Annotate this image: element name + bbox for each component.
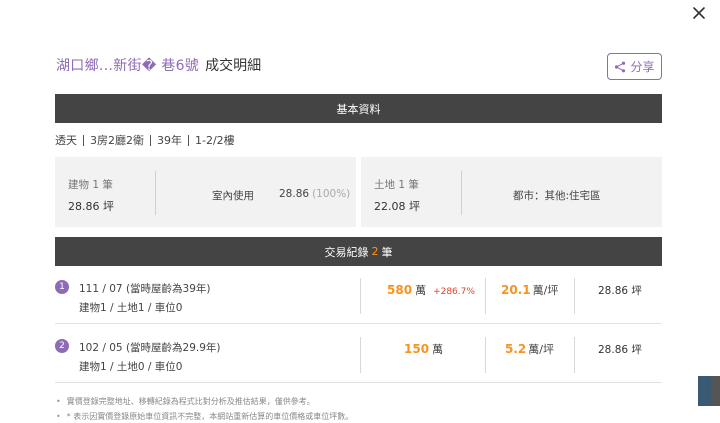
summary-floor: 1-2/2樓 <box>195 134 235 147</box>
footnotes: 實價登錄完整地址、移轉紀錄為程式比對分析及推估結果，僅供參考。 * 表示因實價登… <box>56 394 354 423</box>
share-button[interactable]: 分享 <box>607 53 662 80</box>
transaction-date: 102 / 05 (當時屋齡為29.9年) <box>79 342 221 354</box>
indoor-use-value: 28.86 (100%) <box>279 188 350 200</box>
transactions-count-unit: 筆 <box>381 245 393 259</box>
indoor-use-area: 28.86 <box>279 188 310 200</box>
footnote: * 表示因實價登錄原始車位資訊不完整，本網站重新估算的車位價格或車位坪數。 <box>56 409 354 423</box>
summary-type: 透天 <box>55 134 77 147</box>
divider <box>574 337 575 373</box>
close-icon <box>693 7 705 19</box>
transaction-detail: 建物1 / 土地1 / 車位0 <box>79 302 183 314</box>
divider <box>150 134 151 146</box>
transaction-area: 28.86 坪 <box>598 344 642 356</box>
total-price-value: 150 <box>404 342 430 356</box>
divider <box>155 171 156 215</box>
transactions-title: 交易紀錄 <box>324 245 369 259</box>
unit-price-value: 20.1 <box>501 283 531 297</box>
price-change: +286.7% <box>433 287 475 297</box>
unit-price-unit: 萬/坪 <box>532 284 559 297</box>
building-info-box: 建物 1 筆 28.86 坪 室內使用 28.86 (100%) <box>55 157 356 227</box>
basic-info-header: 基本資料 <box>55 94 662 123</box>
divider <box>360 278 361 314</box>
transaction-row[interactable]: 1 111 / 07 (當時屋齡為39年) 建物1 / 土地1 / 車位0 58… <box>55 266 662 324</box>
unit-price-value: 5.2 <box>505 342 527 356</box>
footnote: 實價登錄完整地址、移轉紀錄為程式比對分析及推估結果，僅供參考。 <box>56 394 353 409</box>
summary-age: 39年 <box>157 134 182 147</box>
total-price-value: 580 <box>387 283 413 297</box>
transaction-index-badge: 1 <box>55 280 69 294</box>
indoor-use-percent: (100%) <box>312 188 351 200</box>
unit-price-unit: 萬/坪 <box>528 343 554 356</box>
building-label: 建物 1 筆 <box>68 179 113 191</box>
indoor-use-label: 室內使用 <box>212 190 254 202</box>
transactions-count: 2 <box>371 245 379 258</box>
title-suffix: 成交明細 <box>205 58 262 74</box>
property-summary: 透天 3房2廳2衛 39年 1-2/2樓 <box>55 132 235 148</box>
land-info-box: 土地 1 筆 22.08 坪 都市：其他:住宅區 <box>361 157 662 227</box>
divider <box>360 337 361 373</box>
share-icon <box>615 61 626 72</box>
divider <box>485 337 486 373</box>
divider <box>574 278 575 314</box>
close-button[interactable] <box>690 4 708 22</box>
transactions-header: 交易紀錄 2 筆 <box>55 237 662 266</box>
divider <box>83 134 84 146</box>
unit-price: 20.1 萬/坪 <box>501 282 558 298</box>
transaction-area: 28.86 坪 <box>598 285 642 297</box>
land-label: 土地 1 筆 <box>374 179 419 191</box>
share-label: 分享 <box>630 60 655 74</box>
divider <box>485 278 486 314</box>
transaction-row[interactable]: 2 102 / 05 (當時屋齡為29.9年) 建物1 / 土地0 / 車位0 … <box>55 325 662 383</box>
divider <box>461 171 462 215</box>
page-title: 湖口鄉.‥新街� 巷6號 成交明細 <box>56 54 261 76</box>
divider <box>188 134 189 146</box>
transaction-detail: 建物1 / 土地0 / 車位0 <box>79 361 183 373</box>
address-text: 湖口鄉.‥新街� 巷6號 <box>56 58 200 74</box>
total-price-unit: 萬 <box>432 343 444 356</box>
building-area: 28.86 坪 <box>68 200 114 213</box>
total-price: 150 萬 <box>404 341 443 357</box>
total-price-unit: 萬 <box>415 284 427 297</box>
unit-price: 5.2 萬/坪 <box>505 341 554 357</box>
scrollbar-track[interactable] <box>711 376 720 406</box>
basic-info-title: 基本資料 <box>336 102 381 116</box>
transaction-date: 111 / 07 (當時屋齡為39年) <box>79 283 211 295</box>
transaction-index-badge: 2 <box>55 339 69 353</box>
total-price: 580 萬 +286.7% <box>387 282 475 298</box>
land-area: 22.08 坪 <box>374 200 420 213</box>
land-zone: 都市：其他:住宅區 <box>513 190 601 202</box>
summary-layout: 3房2廳2衛 <box>90 134 144 147</box>
